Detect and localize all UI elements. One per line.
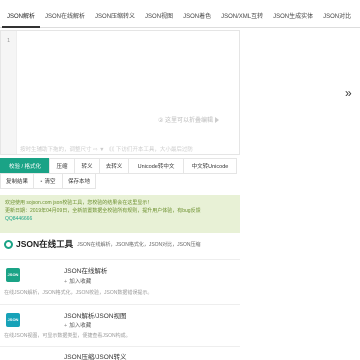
tab-json-online-parse[interactable]: JSON在线解析 bbox=[40, 0, 90, 28]
tool-name[interactable]: JSON解析/JSON视图 bbox=[64, 310, 126, 320]
tab-json-parse[interactable]: JSON解析 bbox=[2, 0, 41, 28]
fav-label: 加入收藏 bbox=[69, 323, 92, 329]
escape-button[interactable]: 转义 bbox=[74, 158, 100, 174]
tool-card[interactable]: JSON JSON在线解析 + 加入收藏 在线JSON解析，JSON格式化，JSO… bbox=[0, 259, 240, 304]
unescape-button[interactable]: 去转义 bbox=[99, 158, 129, 174]
tab-json-compare[interactable]: JSON对比 bbox=[318, 0, 356, 28]
tab-json-compress-escape[interactable]: JSON压缩转义 bbox=[90, 0, 140, 28]
tab-json-view[interactable]: JSON视图 bbox=[140, 0, 178, 28]
tool-card[interactable]: JSON压缩/JSON转义 bbox=[0, 346, 240, 360]
tools-section-header: JSON在线工具 JSON在线解析，JSON格式化，JSON对比，JSON压缩 bbox=[4, 238, 201, 250]
top-nav: JSON解析 JSON在线解析 JSON压缩转义 JSON视图 JSON着色 J… bbox=[0, 0, 360, 28]
play-arrow-icon bbox=[215, 117, 220, 124]
json-file-icon: JSON bbox=[6, 268, 20, 282]
trash-icon: ▪ bbox=[40, 179, 43, 185]
editor-hint-text: ② 这里可以折叠编辑 bbox=[158, 118, 214, 124]
save-local-button[interactable]: 保存本地 bbox=[62, 173, 96, 189]
plus-icon: + bbox=[64, 279, 68, 285]
expand-chevron-icon[interactable]: » bbox=[345, 86, 352, 100]
add-favorite-button[interactable]: + 加入收藏 bbox=[64, 321, 91, 329]
tool-description: 在线JSON解析，JSON格式化，JSON校验，JSON数据错误提示。 bbox=[4, 290, 153, 296]
json-file-icon: JSON bbox=[6, 313, 20, 327]
validate-format-button[interactable]: 校验 / 格式化 bbox=[0, 158, 50, 174]
notice-line-2: 更新日期：2019年04月09日，全新前置数据全校验所有规则，提升用户体验，有b… bbox=[5, 208, 201, 214]
notice-qq-link[interactable]: QQ8446666 bbox=[5, 215, 235, 223]
chinese-to-unicode-button[interactable]: 中文转Unicode bbox=[183, 158, 237, 174]
action-bar: 校验 / 格式化 压缩 转义 去转义 Unicode转中文 中文转Unicode… bbox=[0, 158, 240, 189]
line-number: 1 bbox=[7, 38, 11, 44]
copy-result-button[interactable]: 复制结果 bbox=[0, 173, 34, 189]
clear-button[interactable]: ▪ 清空 bbox=[33, 173, 63, 189]
editor-bottom-hint: 按时生辅助下拖的，调整尺寸 ⇨ ▼ 《《 下访们开本工具，大小最后过防 bbox=[20, 147, 193, 153]
json-input-editor[interactable]: 1 ② 这里可以折叠编辑 bbox=[0, 30, 240, 155]
editor-hint: ② 这里可以折叠编辑 bbox=[158, 115, 220, 124]
tool-name[interactable]: JSON压缩/JSON转义 bbox=[64, 351, 126, 360]
tab-json-entity[interactable]: JSON生成实体 bbox=[268, 0, 318, 28]
tab-json-color[interactable]: JSON着色 bbox=[178, 0, 216, 28]
notice-line-1: 欢迎使用 sojson.com json校验工具，您校验的结果会在这里显示！ bbox=[5, 200, 153, 206]
fav-label: 加入收藏 bbox=[69, 279, 92, 285]
compress-button[interactable]: 压缩 bbox=[49, 158, 75, 174]
clear-label: 清空 bbox=[44, 179, 56, 185]
result-notice: 欢迎使用 sojson.com json校验工具，您校验的结果会在这里显示！ 更… bbox=[0, 195, 240, 233]
tool-card[interactable]: JSON JSON解析/JSON视图 + 加入收藏 在线JSON视图，可显示数据类… bbox=[0, 304, 240, 346]
tool-description: 在线JSON视图，可显示数据类型，便捷查看JSON构成。 bbox=[4, 333, 131, 339]
unicode-to-chinese-button[interactable]: Unicode转中文 bbox=[128, 158, 184, 174]
section-subtitle: JSON在线解析，JSON格式化，JSON对比，JSON压缩 bbox=[77, 241, 201, 248]
tab-json-xml[interactable]: JSON/XML互转 bbox=[216, 0, 268, 28]
gear-icon bbox=[4, 239, 13, 249]
tool-name[interactable]: JSON在线解析 bbox=[64, 265, 107, 275]
section-title: JSON在线工具 bbox=[16, 239, 74, 249]
plus-icon: + bbox=[64, 323, 68, 329]
line-gutter: 1 bbox=[1, 31, 17, 154]
add-favorite-button[interactable]: + 加入收藏 bbox=[64, 277, 91, 285]
